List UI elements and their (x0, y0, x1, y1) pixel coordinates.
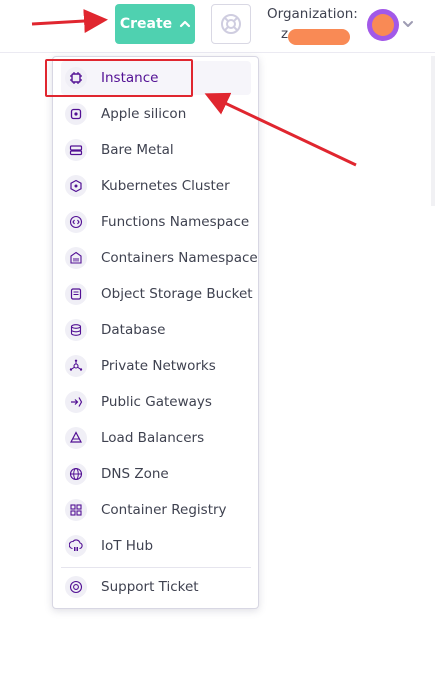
annotation-arrow-to-create (31, 9, 108, 34)
annotation-arrow-to-instance (204, 92, 357, 167)
annotation-arrows (31, 9, 357, 167)
